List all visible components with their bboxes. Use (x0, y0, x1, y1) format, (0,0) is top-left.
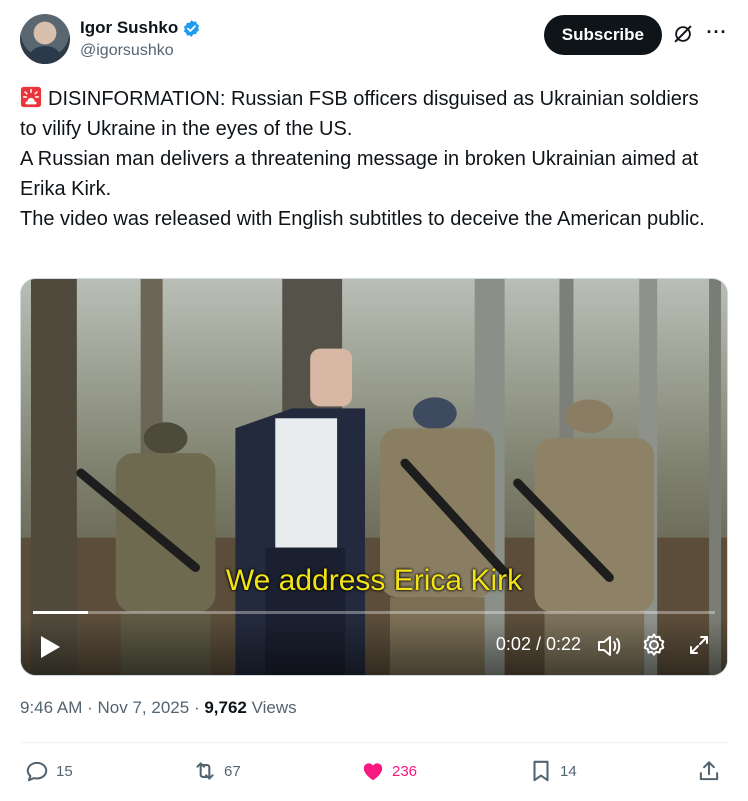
meta-separator: · (193, 698, 200, 717)
post-time[interactable]: 9:46 AM (20, 698, 82, 717)
meta-separator: · (87, 698, 93, 717)
heart-icon (363, 763, 383, 781)
views-count: 9,762 (204, 698, 247, 717)
bookmark-count: 14 (560, 762, 577, 780)
settings-gear-icon[interactable] (641, 632, 667, 658)
video-time: 0:02 / 0:22 (495, 634, 581, 654)
volume-icon[interactable] (595, 632, 623, 660)
verified-badge-icon (184, 19, 200, 37)
reply-count: 15 (56, 762, 73, 780)
post-line-1-text: DISINFORMATION: Russian FSB officers dis… (20, 88, 699, 140)
author-name-row[interactable]: Igor Sushko (80, 18, 201, 38)
author-handle[interactable]: @igorsushko (80, 42, 201, 60)
author-names: Igor Sushko @igorsushko (80, 18, 201, 60)
action-bar: 15 67 236 14 (20, 758, 728, 788)
reply-button[interactable]: 15 (24, 758, 73, 784)
grok-icon[interactable] (672, 23, 694, 45)
post-metadata: 9:46 AM · Nov 7, 2025 · 9,762 Views (20, 698, 297, 718)
reply-icon (26, 761, 48, 782)
post-text: DISINFORMATION: Russian FSB officers dis… (20, 84, 720, 234)
divider (20, 742, 728, 743)
video-frame (21, 279, 727, 675)
play-icon[interactable] (39, 635, 61, 659)
fullscreen-icon[interactable] (687, 633, 711, 657)
share-button[interactable] (696, 758, 722, 784)
siren-icon (20, 86, 42, 108)
author-display-name[interactable]: Igor Sushko (80, 18, 178, 38)
like-button[interactable]: 236 (360, 758, 417, 784)
more-options-icon[interactable]: ··· (706, 22, 728, 44)
avatar[interactable] (20, 14, 70, 64)
video-progress-bar[interactable] (33, 611, 715, 614)
subscribe-button[interactable]: Subscribe (543, 15, 662, 55)
post-line-1: DISINFORMATION: Russian FSB officers dis… (20, 84, 720, 144)
bookmark-button[interactable]: 14 (528, 758, 577, 784)
share-icon (699, 761, 719, 781)
repost-icon (196, 762, 214, 780)
like-count: 236 (392, 762, 418, 780)
video-player[interactable]: We address Erica Kirk 0:02 / 0:22 (20, 278, 728, 676)
post-header: Igor Sushko @igorsushko Subscribe ··· (20, 14, 728, 66)
video-subtitle: We address Erica Kirk (225, 564, 523, 597)
post-line-3: The video was released with English subt… (20, 208, 705, 230)
video-progress-fill (33, 611, 88, 614)
video-controls: 0:02 / 0:22 (21, 619, 727, 675)
post-date[interactable]: Nov 7, 2025 (98, 698, 190, 717)
repost-button[interactable]: 67 (192, 758, 241, 784)
repost-count: 67 (224, 762, 241, 780)
post-line-2: A Russian man delivers a threatening mes… (20, 148, 699, 200)
bookmark-icon (533, 760, 549, 782)
views-label: Views (251, 698, 297, 717)
